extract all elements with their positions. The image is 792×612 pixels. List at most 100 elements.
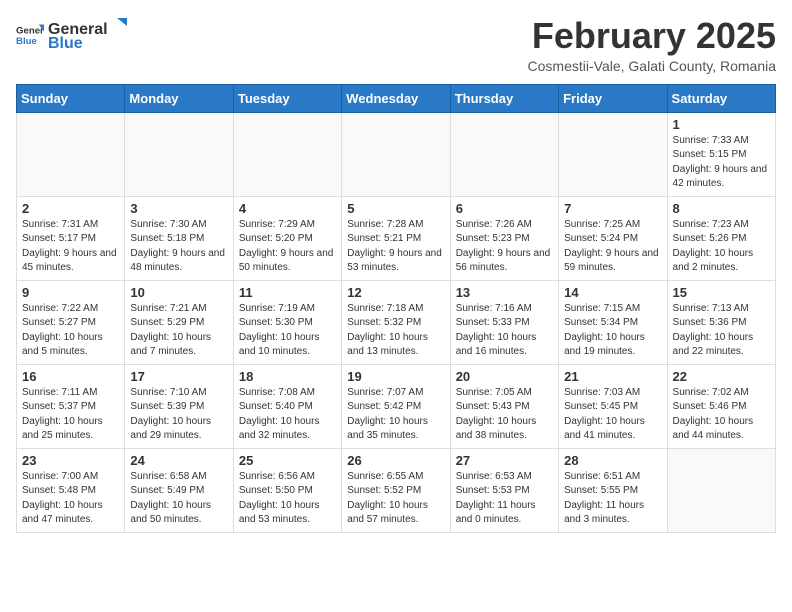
calendar-cell: 3 Sunrise: 7:30 AM Sunset: 5:18 PM Daylig… [125,196,233,280]
day-number: 5 [347,201,444,216]
day-info: Sunrise: 6:55 AM Sunset: 5:52 PM Dayligh… [347,470,444,528]
logo: General Blue General Blue [16,16,127,53]
day-info: Sunrise: 7:13 AM Sunset: 5:36 PM Dayligh… [673,302,770,360]
day-info: Sunrise: 7:33 AM Sunset: 5:15 PM Dayligh… [673,134,770,192]
calendar-cell [342,112,450,196]
day-info: Sunrise: 7:29 AM Sunset: 5:20 PM Dayligh… [239,218,336,276]
calendar-cell [233,112,341,196]
day-info: Sunrise: 7:11 AM Sunset: 5:37 PM Dayligh… [22,386,119,444]
day-info: Sunrise: 7:31 AM Sunset: 5:17 PM Dayligh… [22,218,119,276]
page-header: General Blue General Blue February 2025 … [16,16,776,74]
day-number: 14 [564,285,661,300]
calendar-cell [450,112,558,196]
day-number: 23 [22,453,119,468]
day-number: 9 [22,285,119,300]
calendar-cell: 20 Sunrise: 7:05 AM Sunset: 5:43 PM Dayli… [450,364,558,448]
day-number: 18 [239,369,336,384]
day-number: 12 [347,285,444,300]
calendar-cell: 5 Sunrise: 7:28 AM Sunset: 5:21 PM Daylig… [342,196,450,280]
day-number: 16 [22,369,119,384]
day-info: Sunrise: 7:16 AM Sunset: 5:33 PM Dayligh… [456,302,553,360]
day-number: 21 [564,369,661,384]
month-title: February 2025 [528,16,776,56]
calendar-cell: 13 Sunrise: 7:16 AM Sunset: 5:33 PM Dayli… [450,280,558,364]
day-number: 26 [347,453,444,468]
weekday-header-wednesday: Wednesday [342,84,450,112]
calendar-cell: 21 Sunrise: 7:03 AM Sunset: 5:45 PM Dayli… [559,364,667,448]
calendar-cell [125,112,233,196]
calendar-cell [559,112,667,196]
day-number: 1 [673,117,770,132]
day-info: Sunrise: 7:25 AM Sunset: 5:24 PM Dayligh… [564,218,661,276]
day-info: Sunrise: 7:00 AM Sunset: 5:48 PM Dayligh… [22,470,119,528]
day-number: 25 [239,453,336,468]
day-info: Sunrise: 7:30 AM Sunset: 5:18 PM Dayligh… [130,218,227,276]
title-block: February 2025 Cosmestii-Vale, Galati Cou… [528,16,776,74]
logo-arrow-icon [109,16,127,34]
calendar-cell: 12 Sunrise: 7:18 AM Sunset: 5:32 PM Dayli… [342,280,450,364]
day-number: 22 [673,369,770,384]
weekday-header-thursday: Thursday [450,84,558,112]
calendar-cell: 15 Sunrise: 7:13 AM Sunset: 5:36 PM Dayli… [667,280,775,364]
day-number: 27 [456,453,553,468]
day-info: Sunrise: 7:22 AM Sunset: 5:27 PM Dayligh… [22,302,119,360]
day-number: 19 [347,369,444,384]
calendar-cell: 22Sunrise: 7:02 AM Sunset: 5:46 PM Dayli… [667,364,775,448]
day-info: Sunrise: 6:51 AM Sunset: 5:55 PM Dayligh… [564,470,661,528]
calendar-cell: 18 Sunrise: 7:08 AM Sunset: 5:40 PM Dayli… [233,364,341,448]
weekday-header-tuesday: Tuesday [233,84,341,112]
day-number: 11 [239,285,336,300]
weekday-header-row: SundayMondayTuesdayWednesdayThursdayFrid… [17,84,776,112]
day-number: 15 [673,285,770,300]
calendar-cell: 24Sunrise: 6:58 AM Sunset: 5:49 PM Dayli… [125,448,233,532]
calendar-week-row: 23 Sunrise: 7:00 AM Sunset: 5:48 PM Dayli… [17,448,776,532]
day-info: Sunrise: 7:21 AM Sunset: 5:29 PM Dayligh… [130,302,227,360]
calendar-week-row: 2 Sunrise: 7:31 AM Sunset: 5:17 PM Daylig… [17,196,776,280]
day-number: 13 [456,285,553,300]
calendar-cell [17,112,125,196]
calendar-cell: 6Sunrise: 7:26 AM Sunset: 5:23 PM Daylig… [450,196,558,280]
day-info: Sunrise: 7:15 AM Sunset: 5:34 PM Dayligh… [564,302,661,360]
calendar-cell: 8 Sunrise: 7:23 AM Sunset: 5:26 PM Daylig… [667,196,775,280]
calendar-cell: 14 Sunrise: 7:15 AM Sunset: 5:34 PM Dayli… [559,280,667,364]
day-info: Sunrise: 7:28 AM Sunset: 5:21 PM Dayligh… [347,218,444,276]
day-info: Sunrise: 7:03 AM Sunset: 5:45 PM Dayligh… [564,386,661,444]
calendar-cell: 1 Sunrise: 7:33 AM Sunset: 5:15 PM Daylig… [667,112,775,196]
day-number: 24 [130,453,227,468]
calendar-cell: 17 Sunrise: 7:10 AM Sunset: 5:39 PM Dayli… [125,364,233,448]
day-info: Sunrise: 7:26 AM Sunset: 5:23 PM Dayligh… [456,218,553,276]
day-info: Sunrise: 7:08 AM Sunset: 5:40 PM Dayligh… [239,386,336,444]
day-number: 4 [239,201,336,216]
svg-text:General: General [16,25,44,36]
day-info: Sunrise: 7:10 AM Sunset: 5:39 PM Dayligh… [130,386,227,444]
day-number: 2 [22,201,119,216]
calendar-table: SundayMondayTuesdayWednesdayThursdayFrid… [16,84,776,533]
calendar-cell: 28Sunrise: 6:51 AM Sunset: 5:55 PM Dayli… [559,448,667,532]
calendar-cell: 2 Sunrise: 7:31 AM Sunset: 5:17 PM Daylig… [17,196,125,280]
day-info: Sunrise: 7:18 AM Sunset: 5:32 PM Dayligh… [347,302,444,360]
location-text: Cosmestii-Vale, Galati County, Romania [528,58,776,74]
calendar-cell: 25Sunrise: 6:56 AM Sunset: 5:50 PM Dayli… [233,448,341,532]
calendar-cell: 23 Sunrise: 7:00 AM Sunset: 5:48 PM Dayli… [17,448,125,532]
day-info: Sunrise: 7:05 AM Sunset: 5:43 PM Dayligh… [456,386,553,444]
day-number: 20 [456,369,553,384]
calendar-week-row: 1 Sunrise: 7:33 AM Sunset: 5:15 PM Daylig… [17,112,776,196]
day-number: 17 [130,369,227,384]
weekday-header-friday: Friday [559,84,667,112]
day-number: 10 [130,285,227,300]
weekday-header-sunday: Sunday [17,84,125,112]
day-info: Sunrise: 7:07 AM Sunset: 5:42 PM Dayligh… [347,386,444,444]
calendar-cell: 26 Sunrise: 6:55 AM Sunset: 5:52 PM Dayli… [342,448,450,532]
svg-text:Blue: Blue [16,35,37,46]
day-number: 8 [673,201,770,216]
calendar-cell: 4 Sunrise: 7:29 AM Sunset: 5:20 PM Daylig… [233,196,341,280]
weekday-header-saturday: Saturday [667,84,775,112]
calendar-cell: 19 Sunrise: 7:07 AM Sunset: 5:42 PM Dayli… [342,364,450,448]
logo-icon: General Blue [16,21,44,49]
day-info: Sunrise: 7:23 AM Sunset: 5:26 PM Dayligh… [673,218,770,276]
day-info: Sunrise: 6:53 AM Sunset: 5:53 PM Dayligh… [456,470,553,528]
day-number: 3 [130,201,227,216]
calendar-cell: 7 Sunrise: 7:25 AM Sunset: 5:24 PM Daylig… [559,196,667,280]
day-number: 7 [564,201,661,216]
calendar-cell: 11Sunrise: 7:19 AM Sunset: 5:30 PM Dayli… [233,280,341,364]
